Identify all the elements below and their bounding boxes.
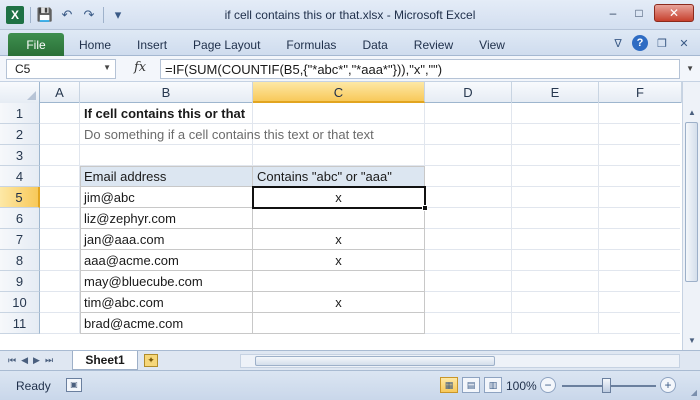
- horizontal-scrollbar[interactable]: [240, 354, 680, 368]
- help-icon[interactable]: ?: [632, 35, 648, 51]
- zoom-level[interactable]: 100%: [506, 379, 537, 393]
- normal-view-icon[interactable]: ▦: [440, 377, 458, 393]
- scroll-up-icon[interactable]: ▲: [685, 106, 699, 120]
- table-cell-email[interactable]: brad@acme.com: [84, 313, 183, 334]
- fill-handle[interactable]: [422, 205, 428, 211]
- name-box-dropdown-icon[interactable]: ▼: [103, 63, 111, 72]
- worksheet-grid[interactable]: A B C D E F 1 2 3 4 5 6 7 8 9 10 11 If c…: [0, 82, 700, 350]
- status-bar: Ready ▣ ▦ ▤ ▥ 100% − + ◢: [0, 370, 700, 400]
- row-header-4[interactable]: 4: [0, 166, 40, 187]
- close-button[interactable]: ✕: [654, 4, 694, 22]
- table-cell-result[interactable]: x: [253, 229, 424, 250]
- table-cell-result[interactable]: [253, 208, 424, 229]
- row-header-5[interactable]: 5: [0, 187, 40, 208]
- title-bar: X 💾 ↶ ↷ ▾ if cell contains this or that.…: [0, 0, 700, 30]
- last-sheet-icon[interactable]: ⏭: [45, 355, 53, 366]
- tab-review[interactable]: Review: [401, 38, 466, 52]
- tab-home[interactable]: Home: [66, 38, 124, 52]
- status-ready-text: Ready: [16, 379, 51, 393]
- active-cell-selection[interactable]: [252, 186, 426, 209]
- table-cell-email[interactable]: jan@aaa.com: [84, 229, 164, 250]
- column-header-d[interactable]: D: [425, 82, 512, 103]
- window-controls: – □ ✕: [602, 4, 694, 22]
- insert-function-icon[interactable]: fx: [134, 60, 146, 75]
- file-tab[interactable]: File: [8, 33, 64, 56]
- row-header-10[interactable]: 10: [0, 292, 40, 313]
- row-header-9[interactable]: 9: [0, 271, 40, 292]
- sheet-tab-bar: ⏮ ◀ ▶ ⏭ Sheet1 ✦: [0, 350, 700, 370]
- record-macro-icon[interactable]: ▣: [66, 378, 82, 392]
- table-cell-email[interactable]: jim@abc: [84, 187, 135, 208]
- horizontal-scroll-thumb[interactable]: [255, 356, 495, 366]
- sheet-navigation: ⏮ ◀ ▶ ⏭: [8, 355, 53, 366]
- window-title: if cell contains this or that.xlsx - Mic…: [224, 8, 476, 22]
- first-sheet-icon[interactable]: ⏮: [8, 355, 16, 366]
- table-cell-email[interactable]: aaa@acme.com: [84, 250, 179, 271]
- maximize-button[interactable]: □: [628, 4, 650, 22]
- table-cell-result[interactable]: x: [253, 292, 424, 313]
- gridline: [511, 103, 512, 334]
- column-header-f[interactable]: F: [599, 82, 682, 103]
- formula-input[interactable]: =IF(SUM(COUNTIF(B5,{"*abc*","*aaa*"})),"…: [160, 59, 680, 79]
- tab-page-layout[interactable]: Page Layout: [180, 38, 273, 52]
- name-box-value: C5: [15, 62, 31, 76]
- select-all-icon: [27, 91, 36, 100]
- column-header-a[interactable]: A: [40, 82, 80, 103]
- tab-formulas[interactable]: Formulas: [273, 38, 349, 52]
- table-cell-email[interactable]: may@bluecube.com: [84, 271, 203, 292]
- prev-sheet-icon[interactable]: ◀: [21, 355, 28, 366]
- table-header-contains[interactable]: Contains "abc" or "aaa": [253, 166, 424, 187]
- page-break-view-icon[interactable]: ▥: [484, 377, 502, 393]
- minimize-button[interactable]: –: [602, 4, 624, 22]
- ribbon-tab-list: Home Insert Page Layout Formulas Data Re…: [66, 38, 518, 52]
- view-buttons: ▦ ▤ ▥: [440, 377, 502, 393]
- row-header-6[interactable]: 6: [0, 208, 40, 229]
- sheet-tab-sheet1[interactable]: Sheet1: [72, 351, 138, 370]
- table-cell-email[interactable]: tim@abc.com: [84, 292, 164, 313]
- page-layout-view-icon[interactable]: ▤: [462, 377, 480, 393]
- ribbon-tabs: File Home Insert Page Layout Formulas Da…: [0, 30, 700, 56]
- row-header-1[interactable]: 1: [0, 103, 40, 124]
- gridline: [598, 103, 599, 334]
- sheet-subtitle[interactable]: Do something if a cell contains this tex…: [84, 124, 374, 145]
- tab-view[interactable]: View: [466, 38, 518, 52]
- table-cell-email[interactable]: liz@zephyr.com: [84, 208, 176, 229]
- row-header-7[interactable]: 7: [0, 229, 40, 250]
- expand-formula-bar-icon[interactable]: ▼: [686, 64, 694, 73]
- table-cell-result[interactable]: x: [253, 250, 424, 271]
- restore-window-icon[interactable]: ❐: [654, 35, 670, 51]
- row-header-3[interactable]: 3: [0, 145, 40, 166]
- zoom-in-icon[interactable]: +: [660, 377, 676, 393]
- table-cell-result[interactable]: [253, 313, 424, 334]
- tab-data[interactable]: Data: [349, 38, 400, 52]
- resize-grip-icon[interactable]: ◢: [691, 388, 697, 397]
- insert-sheet-icon[interactable]: ✦: [144, 354, 158, 367]
- minimize-ribbon-icon[interactable]: ∇: [610, 35, 626, 51]
- sheet-title[interactable]: If cell contains this or that: [84, 103, 245, 124]
- column-header-c[interactable]: C: [253, 82, 425, 103]
- select-all-corner[interactable]: [0, 82, 40, 103]
- vertical-scroll-thumb[interactable]: [685, 122, 698, 282]
- row-header-11[interactable]: 11: [0, 313, 40, 334]
- scroll-down-icon[interactable]: ▼: [685, 334, 699, 348]
- close-workbook-icon[interactable]: ✕: [676, 35, 692, 51]
- vertical-scrollbar[interactable]: ▲ ▼: [682, 82, 700, 350]
- zoom-slider-thumb[interactable]: [602, 378, 611, 393]
- column-header-b[interactable]: B: [80, 82, 253, 103]
- zoom-out-icon[interactable]: −: [540, 377, 556, 393]
- row-header-8[interactable]: 8: [0, 250, 40, 271]
- table-cell-result[interactable]: [253, 271, 424, 292]
- tab-insert[interactable]: Insert: [124, 38, 180, 52]
- name-box[interactable]: C5 ▼: [6, 59, 116, 79]
- column-header-e[interactable]: E: [512, 82, 599, 103]
- next-sheet-icon[interactable]: ▶: [33, 355, 40, 366]
- row-header-2[interactable]: 2: [0, 124, 40, 145]
- ribbon-right-controls: ∇ ? ❐ ✕: [610, 35, 692, 51]
- formula-bar: C5 ▼ fx =IF(SUM(COUNTIF(B5,{"*abc*","*aa…: [0, 56, 700, 82]
- table-border: [80, 166, 81, 334]
- table-header-email[interactable]: Email address: [80, 166, 252, 187]
